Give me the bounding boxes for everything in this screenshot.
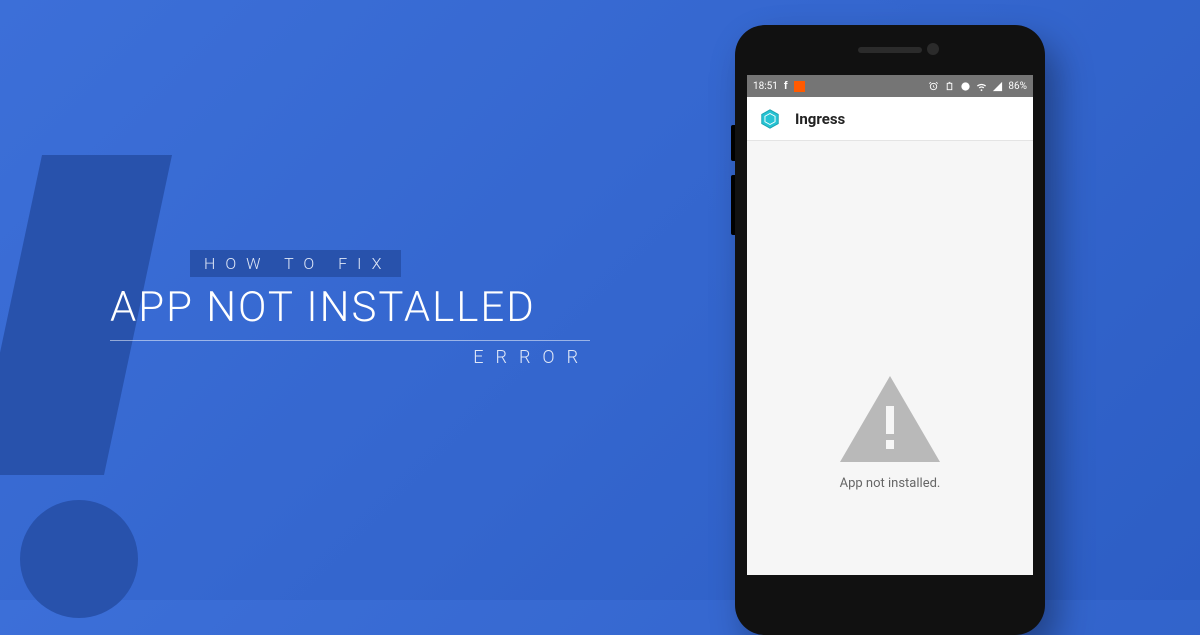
- phone-volume-button: [731, 175, 735, 235]
- ingress-app-icon: [759, 108, 781, 130]
- headline-block: HOW TO FIX APP NOT INSTALLED ERROR: [110, 250, 590, 368]
- status-time: 18:51: [753, 81, 778, 92]
- wifi-icon: [976, 81, 987, 92]
- headline-main: APP NOT INSTALLED: [110, 283, 590, 341]
- headline-error: ERROR: [110, 347, 590, 368]
- phone-frame: 18:51 f 86% Ingress: [735, 25, 1045, 635]
- signal-icon: [992, 81, 1003, 92]
- notification-icon: [794, 81, 805, 92]
- status-bar: 18:51 f 86%: [747, 75, 1033, 97]
- messenger-icon: [960, 81, 971, 92]
- headline-howto: HOW TO FIX: [190, 250, 401, 277]
- status-right: 86%: [928, 81, 1027, 92]
- phone-screen: 18:51 f 86% Ingress: [747, 75, 1033, 575]
- alarm-icon: [928, 81, 939, 92]
- app-content: App not installed.: [747, 141, 1033, 575]
- phone-power-button: [731, 125, 735, 161]
- battery-percent: 86%: [1008, 81, 1027, 92]
- app-bar: Ingress: [747, 97, 1033, 141]
- app-title: Ingress: [795, 110, 845, 128]
- exclamation-dot: [20, 500, 138, 618]
- status-left: 18:51 f: [753, 80, 805, 92]
- error-message: App not installed.: [840, 476, 941, 491]
- phone-rotate-icon: [944, 81, 955, 92]
- warning-icon: [840, 376, 940, 462]
- facebook-icon: f: [784, 80, 788, 92]
